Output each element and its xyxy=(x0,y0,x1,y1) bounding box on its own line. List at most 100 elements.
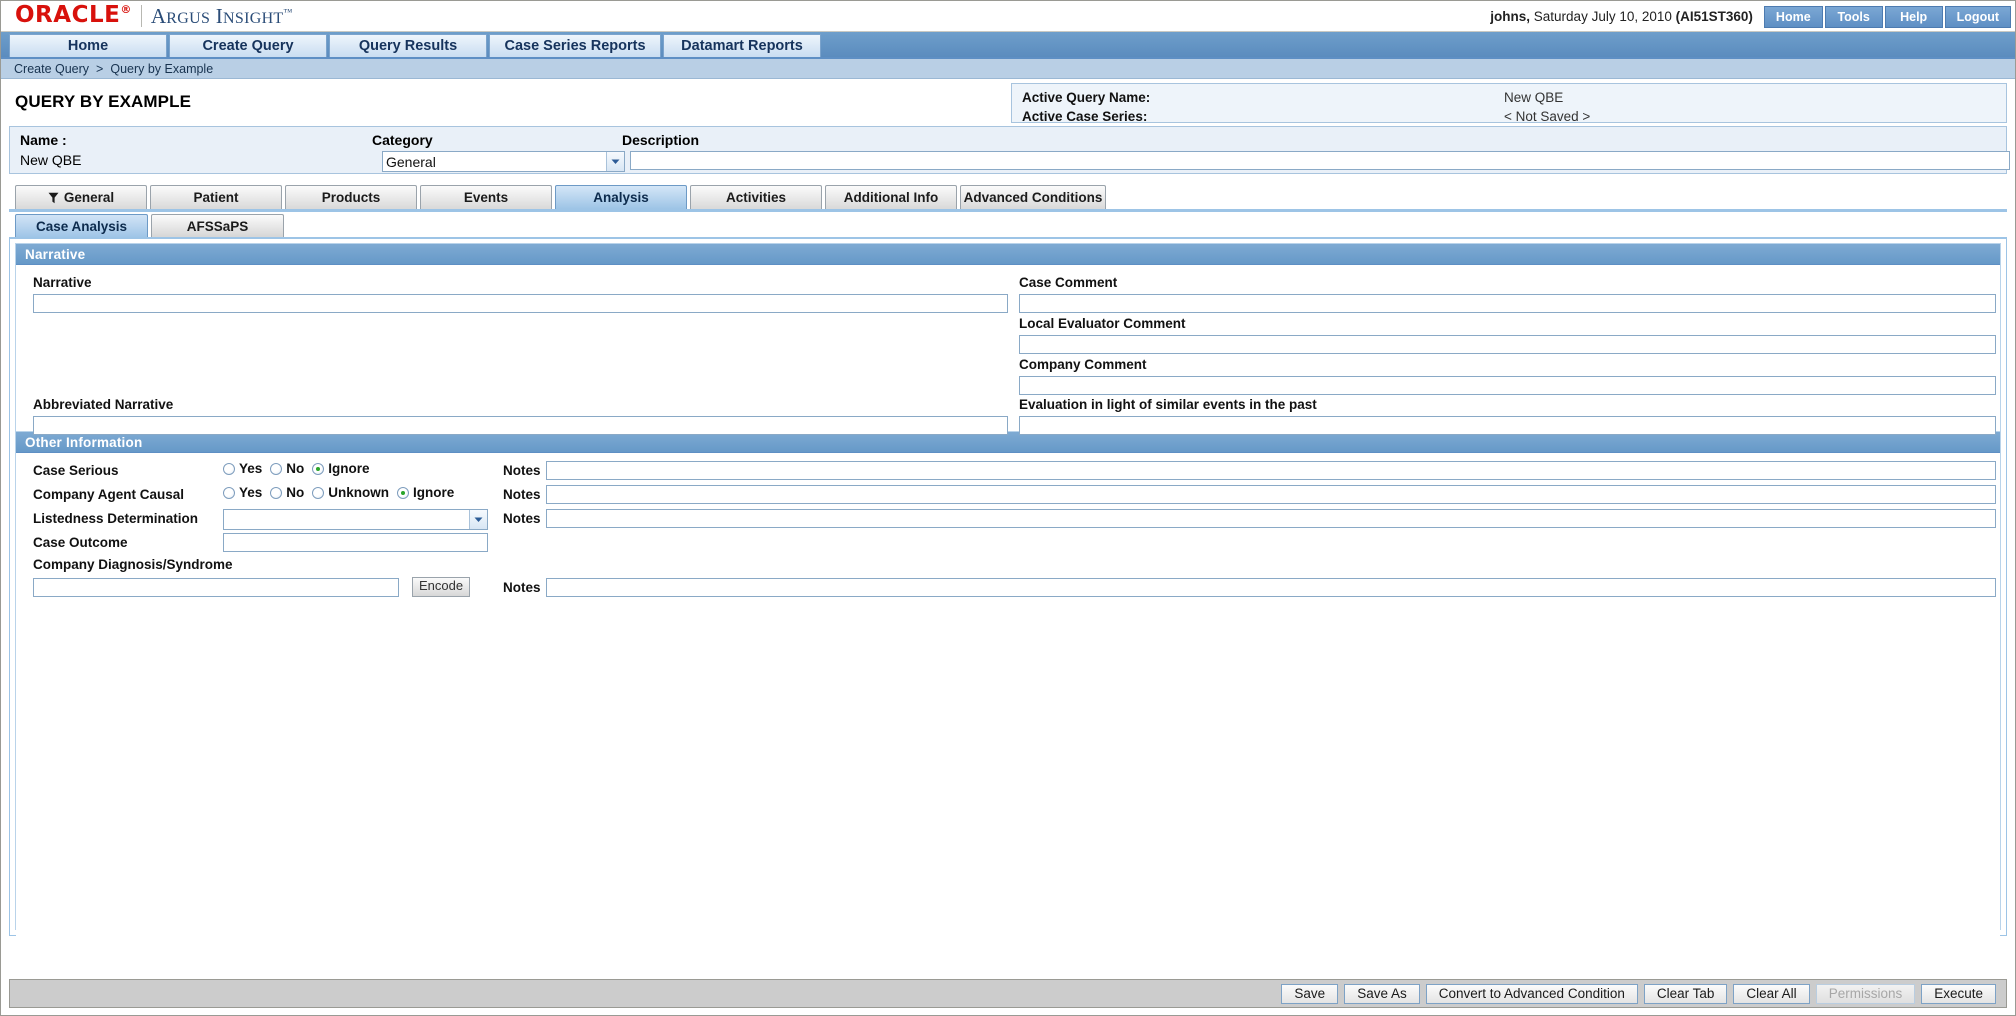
brand-logo-group: ORACLE® ARGUS INSIGHT™ xyxy=(1,1,293,28)
sub-tab-case-analysis[interactable]: Case Analysis xyxy=(15,214,148,237)
permissions-button: Permissions xyxy=(1815,983,1916,1004)
case-comment-label: Case Comment xyxy=(1019,275,1118,290)
header-right-group: johns, Saturday July 10, 2010 (AI51ST360… xyxy=(1490,1,2015,32)
registered-mark: ® xyxy=(120,2,132,16)
brand-header: ORACLE® ARGUS INSIGHT™ johns, Saturday J… xyxy=(1,1,2015,32)
narrative-field-wrapper xyxy=(33,294,1008,313)
company-agent-causal-radio-no-label: No xyxy=(286,485,305,500)
active-query-name-label: Active Query Name: xyxy=(1022,90,1151,105)
active-query-info-box: Active Query Name: New QBE Active Case S… xyxy=(1011,83,2007,124)
clear-all-button[interactable]: Clear All xyxy=(1733,983,1810,1004)
evaluation-similar-events-input[interactable] xyxy=(1020,417,1995,434)
other-information-section-header: Other Information xyxy=(16,432,2000,453)
case-serious-radio-no[interactable]: No xyxy=(270,461,304,476)
evaluation-similar-events-field-wrapper xyxy=(1019,416,1996,435)
nav-tab-case-series-reports[interactable]: Case Series Reports xyxy=(489,34,661,57)
clear-tab-button[interactable]: Clear Tab xyxy=(1643,983,1728,1004)
company-diagnosis-notes-input[interactable] xyxy=(547,579,1995,596)
section-tab-strip: General Patient Products Events Analysis… xyxy=(15,183,2015,209)
listedness-notes-input[interactable] xyxy=(547,510,1995,527)
section-tab-activities[interactable]: Activities xyxy=(690,185,822,209)
radio-indicator xyxy=(223,486,235,499)
narrative-section-header: Narrative xyxy=(16,244,2000,265)
encode-button[interactable]: Encode xyxy=(412,577,471,597)
abbreviated-narrative-input[interactable] xyxy=(34,417,1007,434)
description-label: Description xyxy=(622,132,700,148)
breadcrumb-create-query[interactable]: Create Query xyxy=(14,62,89,76)
section-tab-patient[interactable]: Patient xyxy=(150,185,282,209)
primary-navigation: Home Create Query Query Results Case Ser… xyxy=(1,32,2015,59)
case-outcome-input[interactable] xyxy=(224,534,487,551)
header-logout-button[interactable]: Logout xyxy=(1944,5,2011,28)
section-tab-general[interactable]: General xyxy=(15,185,147,209)
company-diagnosis-label: Company Diagnosis/Syndrome xyxy=(33,557,233,572)
nav-tab-home[interactable]: Home xyxy=(9,34,167,57)
case-serious-radio-yes[interactable]: Yes xyxy=(223,461,262,476)
section-tab-events[interactable]: Events xyxy=(420,185,552,209)
company-agent-causal-notes-label: Notes xyxy=(503,487,541,502)
section-tab-additional-info[interactable]: Additional Info xyxy=(825,185,957,209)
header-tools-button[interactable]: Tools xyxy=(1824,5,1883,28)
case-comment-input[interactable] xyxy=(1020,295,1995,312)
active-case-series-value: < Not Saved > xyxy=(1504,109,1591,124)
execute-button[interactable]: Execute xyxy=(1921,983,1996,1004)
breadcrumb-separator: > xyxy=(96,61,104,76)
company-diagnosis-input[interactable] xyxy=(34,579,398,596)
category-select-wrapper: General xyxy=(382,151,625,172)
radio-indicator xyxy=(270,486,283,499)
company-agent-causal-radio-yes[interactable]: Yes xyxy=(223,485,262,500)
description-input[interactable] xyxy=(631,152,2009,169)
active-query-name-value: New QBE xyxy=(1504,90,1564,105)
abbreviated-narrative-field-wrapper xyxy=(33,416,1008,435)
case-serious-radio-ignore[interactable]: Ignore xyxy=(312,461,370,476)
listedness-notes-field-wrapper xyxy=(546,509,1996,528)
oracle-wordmark: ORACLE xyxy=(15,1,121,28)
case-serious-radio-yes-label: Yes xyxy=(239,461,263,476)
company-agent-causal-notes-input[interactable] xyxy=(547,486,1995,503)
section-tab-advanced-conditions[interactable]: Advanced Conditions xyxy=(960,185,1106,209)
listedness-determination-select[interactable] xyxy=(223,509,488,530)
narrative-label: Narrative xyxy=(33,275,92,290)
local-evaluator-comment-field-wrapper xyxy=(1019,335,1996,354)
save-as-button[interactable]: Save As xyxy=(1344,983,1420,1004)
argus-insight-application: ORACLE® ARGUS INSIGHT™ johns, Saturday J… xyxy=(0,0,2016,1016)
company-comment-label: Company Comment xyxy=(1019,357,1147,372)
case-outcome-field-wrapper xyxy=(223,533,488,552)
local-evaluator-comment-label: Local Evaluator Comment xyxy=(1019,316,1186,331)
sub-tab-strip: Case Analysis AFSSaPS xyxy=(15,212,2015,237)
company-agent-causal-radio-ignore-label: Ignore xyxy=(413,485,455,500)
nav-tab-create-query[interactable]: Create Query xyxy=(169,34,327,57)
active-case-series-label: Active Case Series: xyxy=(1022,109,1148,124)
active-query-name-row: Active Query Name: New QBE xyxy=(1012,88,2006,107)
header-help-button[interactable]: Help xyxy=(1884,5,1943,28)
nav-tab-datamart-reports[interactable]: Datamart Reports xyxy=(663,34,821,57)
section-tab-products[interactable]: Products xyxy=(285,185,417,209)
header-home-button[interactable]: Home xyxy=(1763,5,1823,28)
instance-id: (AI51ST360) xyxy=(1675,9,1753,24)
section-tab-analysis[interactable]: Analysis xyxy=(555,185,687,209)
evaluation-similar-events-label: Evaluation in light of similar events in… xyxy=(1019,397,1317,412)
nav-tab-query-results[interactable]: Query Results xyxy=(329,34,487,57)
company-agent-causal-radio-ignore[interactable]: Ignore xyxy=(397,485,454,500)
case-comment-field-wrapper xyxy=(1019,294,1996,313)
sub-tab-afssaps[interactable]: AFSSaPS xyxy=(151,214,284,237)
radio-indicator xyxy=(312,486,325,499)
case-serious-notes-input[interactable] xyxy=(547,462,1995,479)
listedness-select-wrapper xyxy=(223,509,488,530)
local-evaluator-comment-input[interactable] xyxy=(1020,336,1995,353)
breadcrumb: Create Query > Query by Example xyxy=(1,59,2015,79)
case-serious-radio-no-label: No xyxy=(286,461,305,476)
case-serious-notes-field-wrapper xyxy=(546,461,1996,480)
page-title-row: QUERY BY EXAMPLE Active Query Name: New … xyxy=(1,79,2015,125)
category-select[interactable]: General xyxy=(382,151,625,172)
save-button[interactable]: Save xyxy=(1281,983,1339,1004)
header-button-group: Home Tools Help Logout xyxy=(1763,5,2015,28)
convert-to-advanced-condition-button[interactable]: Convert to Advanced Condition xyxy=(1425,983,1638,1004)
narrative-input[interactable] xyxy=(34,295,1007,312)
company-agent-causal-radio-unknown[interactable]: Unknown xyxy=(312,485,389,500)
company-diagnosis-field-wrapper xyxy=(33,578,399,597)
analysis-panel: Narrative Narrative Abbreviated Narrativ… xyxy=(9,237,2007,1015)
narrative-section-body: Narrative Abbreviated Narrative Case Com… xyxy=(16,265,2000,435)
company-agent-causal-radio-no[interactable]: No xyxy=(270,485,304,500)
company-comment-input[interactable] xyxy=(1020,377,1995,394)
